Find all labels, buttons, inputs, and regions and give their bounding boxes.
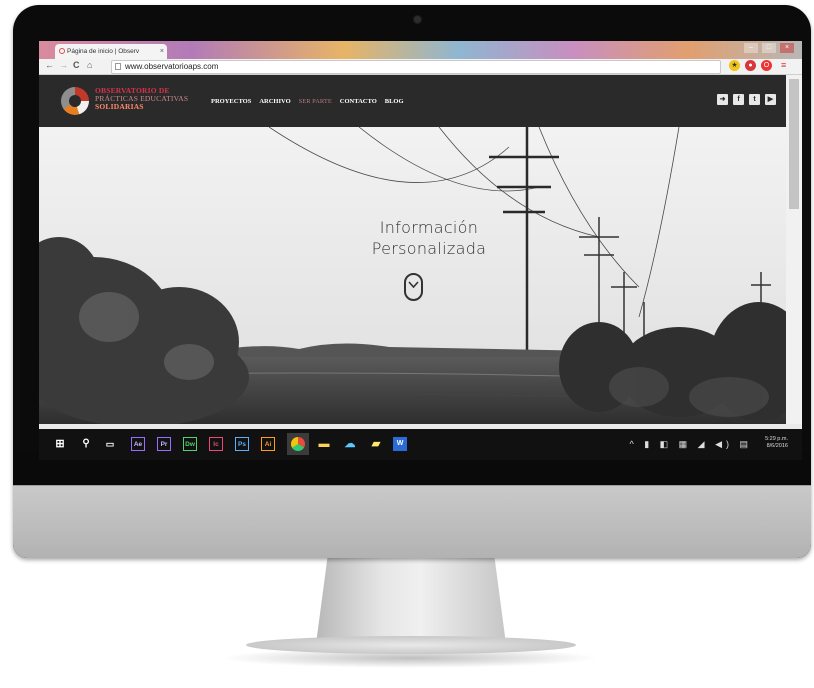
tab-title: Página de inicio | Observ: [67, 48, 140, 55]
windows-taskbar: ⊞ ⚲ ▭ Ae Pr Dw Ic Ps Ai ▬ ☁ ▰ W ^ ▮ ◧ ▦ …: [39, 429, 802, 460]
screen: Página de inicio | Observ × – □ × ← → C …: [39, 41, 802, 460]
url-text: www.observatorioaps.com: [125, 62, 219, 71]
file-explorer-icon[interactable]: ▬: [317, 437, 331, 451]
tab-close-button[interactable]: ×: [160, 44, 164, 59]
nav-item-proyectos[interactable]: PROYECTOS: [211, 98, 251, 105]
browser-toolbar: ← → C ⌂ www.observatorioaps.com ★ ● O ≡: [39, 59, 802, 75]
webcam: [413, 15, 422, 24]
forward-button[interactable]: →: [59, 60, 68, 70]
page-icon: [115, 63, 121, 70]
site-nav: PROYECTOS ARCHIVO SER PARTE CONTACTO BLO…: [211, 98, 404, 105]
nav-item-contacto[interactable]: CONTACTO: [340, 98, 377, 105]
minimize-button[interactable]: –: [744, 43, 758, 53]
photoshop-icon[interactable]: Ps: [235, 437, 249, 451]
social-links: ➜ f t ▶: [717, 94, 776, 105]
incopy-icon[interactable]: Ic: [209, 437, 223, 451]
scrollbar-thumb[interactable]: [789, 79, 799, 209]
maximize-button[interactable]: □: [762, 43, 776, 53]
tab-favicon-icon: [59, 48, 65, 54]
dreamweaver-icon[interactable]: Dw: [183, 437, 197, 451]
scroll-down-button[interactable]: [404, 273, 423, 301]
browser-tab[interactable]: Página de inicio | Observ ×: [55, 44, 167, 59]
menu-icon[interactable]: ≡: [781, 60, 786, 70]
youtube-icon[interactable]: ▶: [765, 94, 776, 105]
reload-button[interactable]: C: [73, 60, 80, 70]
monitor: Página de inicio | Observ × – □ × ← → C …: [13, 5, 811, 558]
extension-icon[interactable]: ●: [745, 60, 756, 71]
back-button[interactable]: ←: [45, 60, 54, 70]
nav-item-ser-parte[interactable]: SER PARTE: [299, 98, 332, 105]
hero-title: Información Personalizada: [329, 217, 529, 259]
search-icon[interactable]: ⚲: [79, 437, 93, 451]
site-brand[interactable]: OBSERVATORIO DE PRÁCTICAS EDUCATIVAS SOL…: [95, 87, 188, 111]
hero-title-line-1: Información: [379, 218, 479, 237]
facebook-icon[interactable]: f: [733, 94, 744, 105]
address-bar[interactable]: www.observatorioaps.com: [111, 60, 721, 74]
clock-time: 5:29 p.m.: [765, 436, 788, 442]
nav-item-archivo[interactable]: ARCHIVO: [259, 98, 290, 105]
after-effects-icon[interactable]: Ae: [131, 437, 145, 451]
premiere-icon[interactable]: Pr: [157, 437, 171, 451]
brand-line-3: SOLIDARIAS: [95, 102, 144, 111]
browser-tab-strip: Página de inicio | Observ × – □ ×: [39, 41, 802, 59]
chevron-down-icon: [408, 281, 419, 289]
monitor-chin: [13, 485, 811, 558]
home-button[interactable]: ⌂: [87, 60, 92, 70]
illustrator-icon[interactable]: Ai: [261, 437, 275, 451]
store-icon[interactable]: ☁: [343, 437, 357, 451]
nav-item-blog[interactable]: BLOG: [385, 98, 404, 105]
site-logo[interactable]: [61, 87, 89, 115]
bookmark-star-icon[interactable]: ★: [729, 60, 740, 71]
close-window-button[interactable]: ×: [780, 43, 794, 53]
folder-icon[interactable]: ▰: [369, 437, 383, 451]
word-icon[interactable]: W: [393, 437, 407, 451]
monitor-stand-base: [246, 636, 576, 654]
opera-icon[interactable]: O: [761, 60, 772, 71]
login-icon[interactable]: ➜: [717, 94, 728, 105]
page-scrollbar[interactable]: [786, 75, 802, 424]
twitter-icon[interactable]: t: [749, 94, 760, 105]
clock[interactable]: 5:29 p.m. 8/6/2016: [765, 436, 788, 450]
chrome-icon: [291, 437, 305, 451]
start-windows-icon[interactable]: ⊞: [53, 437, 67, 451]
monitor-stand: [316, 558, 506, 644]
site-header: OBSERVATORIO DE PRÁCTICAS EDUCATIVAS SOL…: [39, 75, 786, 127]
window-controls: – □ ×: [744, 43, 794, 53]
clock-date: 8/6/2016: [766, 443, 788, 449]
hero-section: Información Personalizada: [39, 127, 786, 424]
hero-title-line-2: Personalizada: [371, 239, 487, 258]
chrome-taskbar-item[interactable]: [287, 433, 309, 455]
task-view-icon[interactable]: ▭: [103, 437, 117, 451]
system-tray[interactable]: ^ ▮ ◧ ▦ ◢ ◀) ▤: [629, 439, 752, 450]
